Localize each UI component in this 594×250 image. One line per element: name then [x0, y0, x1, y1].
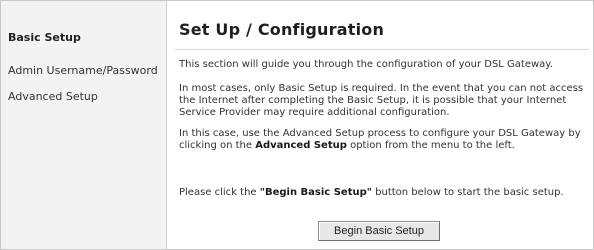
setup-page: Basic Setup Admin Username/Password Adva… [0, 0, 594, 250]
begin-instruction-before: Please click the [179, 187, 260, 198]
sidebar-item-admin-username-password[interactable]: Admin Username/Password [8, 64, 158, 78]
page-title: Set Up / Configuration [179, 20, 385, 39]
advanced-setup-text-after: option from the menu to the left. [346, 140, 515, 151]
sidebar-menu: Basic Setup Admin Username/Password Adva… [1, 1, 167, 249]
begin-basic-setup-button[interactable]: Begin Basic Setup [318, 221, 440, 241]
advanced-setup-paragraph: In this case, use the Advanced Setup pro… [179, 128, 589, 152]
intro-paragraph: This section will guide you through the … [179, 59, 553, 70]
main-content: Set Up / Configuration This section will… [167, 1, 593, 249]
title-divider [175, 49, 589, 50]
sidebar-item-advanced-setup[interactable]: Advanced Setup [8, 90, 98, 104]
begin-instruction-bold: "Begin Basic Setup" [259, 187, 372, 198]
basic-setup-paragraph: In most cases, only Basic Setup is requi… [179, 83, 584, 118]
advanced-setup-bold-text: Advanced Setup [255, 140, 347, 151]
begin-instruction-after: button below to start the basic setup. [371, 187, 564, 198]
sidebar-item-basic-setup[interactable]: Basic Setup [8, 31, 81, 45]
begin-instruction-paragraph: Please click the "Begin Basic Setup" but… [179, 187, 589, 199]
